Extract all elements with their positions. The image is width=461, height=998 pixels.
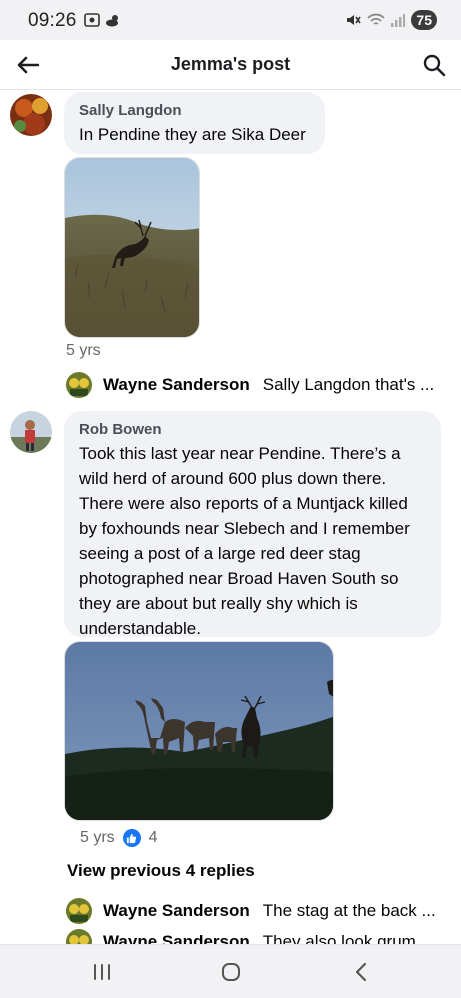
avatar-image (66, 929, 92, 944)
avatar[interactable] (10, 411, 52, 453)
reply-author[interactable]: Wayne Sanderson (103, 901, 250, 921)
comment-timestamp: 5 yrs (66, 342, 101, 359)
comment-text: Took this last year near Pendine. There’… (79, 444, 410, 638)
home-button[interactable] (216, 958, 246, 986)
mute-icon (347, 15, 362, 25)
system-navigation-bar (0, 944, 461, 998)
comment-author[interactable]: Rob Bowen (79, 421, 427, 438)
avatar[interactable] (10, 94, 52, 136)
comment-meta: 5 yrs 4 (80, 829, 158, 847)
status-bar: 09:26 75 (0, 0, 461, 40)
comment-photo[interactable] (64, 157, 200, 338)
comment-author[interactable]: Sally Langdon (79, 102, 311, 119)
comment-timestamp: 5 yrs (80, 829, 115, 846)
stag-photo-image (65, 158, 199, 337)
thumbs-up-icon (127, 833, 137, 843)
view-previous-replies-link[interactable]: View previous 4 replies (67, 861, 255, 881)
status-system-icons: 75 (345, 10, 437, 30)
reply-preview[interactable]: Wayne Sanderson Sally Langdon that's ... (66, 371, 461, 399)
reply-text: The stag at the back ... (262, 901, 436, 920)
comment-meta: 5 yrs (66, 342, 101, 360)
weather-icon (106, 15, 118, 27)
avatar (66, 929, 92, 944)
reaction-count[interactable]: 4 (149, 829, 158, 847)
reply-author[interactable]: Wayne Sanderson (103, 932, 250, 944)
signal-icon (391, 14, 406, 27)
comment-bubble[interactable]: Rob Bowen Took this last year near Pendi… (64, 411, 441, 638)
reply-text: They also look grum... (262, 932, 430, 944)
avatar-image (66, 372, 92, 398)
avatar (66, 372, 92, 398)
status-notification-icons (84, 12, 121, 28)
comment-bubble[interactable]: Sally Langdon In Pendine they are Sika D… (64, 92, 325, 154)
wifi-icon (367, 13, 386, 25)
page-title: Jemma's post (170, 54, 291, 74)
avatar-image (10, 94, 52, 136)
comment-photo[interactable] (64, 641, 334, 821)
battery-badge: 75 (411, 10, 437, 30)
search-button[interactable] (419, 50, 449, 80)
search-icon (423, 54, 446, 77)
back-nav-button[interactable] (346, 958, 376, 986)
recent-apps-icon (94, 964, 110, 980)
avatar-image (10, 411, 52, 453)
avatar-image (66, 898, 92, 924)
reply-author[interactable]: Wayne Sanderson (103, 375, 250, 395)
like-reaction-icon[interactable] (122, 829, 141, 847)
screenshot-icon (84, 13, 100, 27)
comment-text: In Pendine they are Sika Deer (79, 125, 306, 144)
chevron-left-icon (355, 962, 367, 982)
app-header: Jemma's post (0, 40, 461, 90)
status-time: 09:26 (28, 10, 77, 31)
avatar (66, 898, 92, 924)
deer-herd-photo-image (65, 642, 333, 820)
comments-feed[interactable]: Sally Langdon In Pendine they are Sika D… (0, 91, 461, 944)
reply-preview[interactable]: Wayne Sanderson The stag at the back ... (66, 897, 461, 925)
reply-text: Sally Langdon that's ... (262, 375, 435, 394)
home-icon (222, 963, 240, 981)
reply-preview[interactable]: Wayne Sanderson They also look grum... (66, 928, 461, 944)
recent-apps-button[interactable] (87, 958, 117, 986)
